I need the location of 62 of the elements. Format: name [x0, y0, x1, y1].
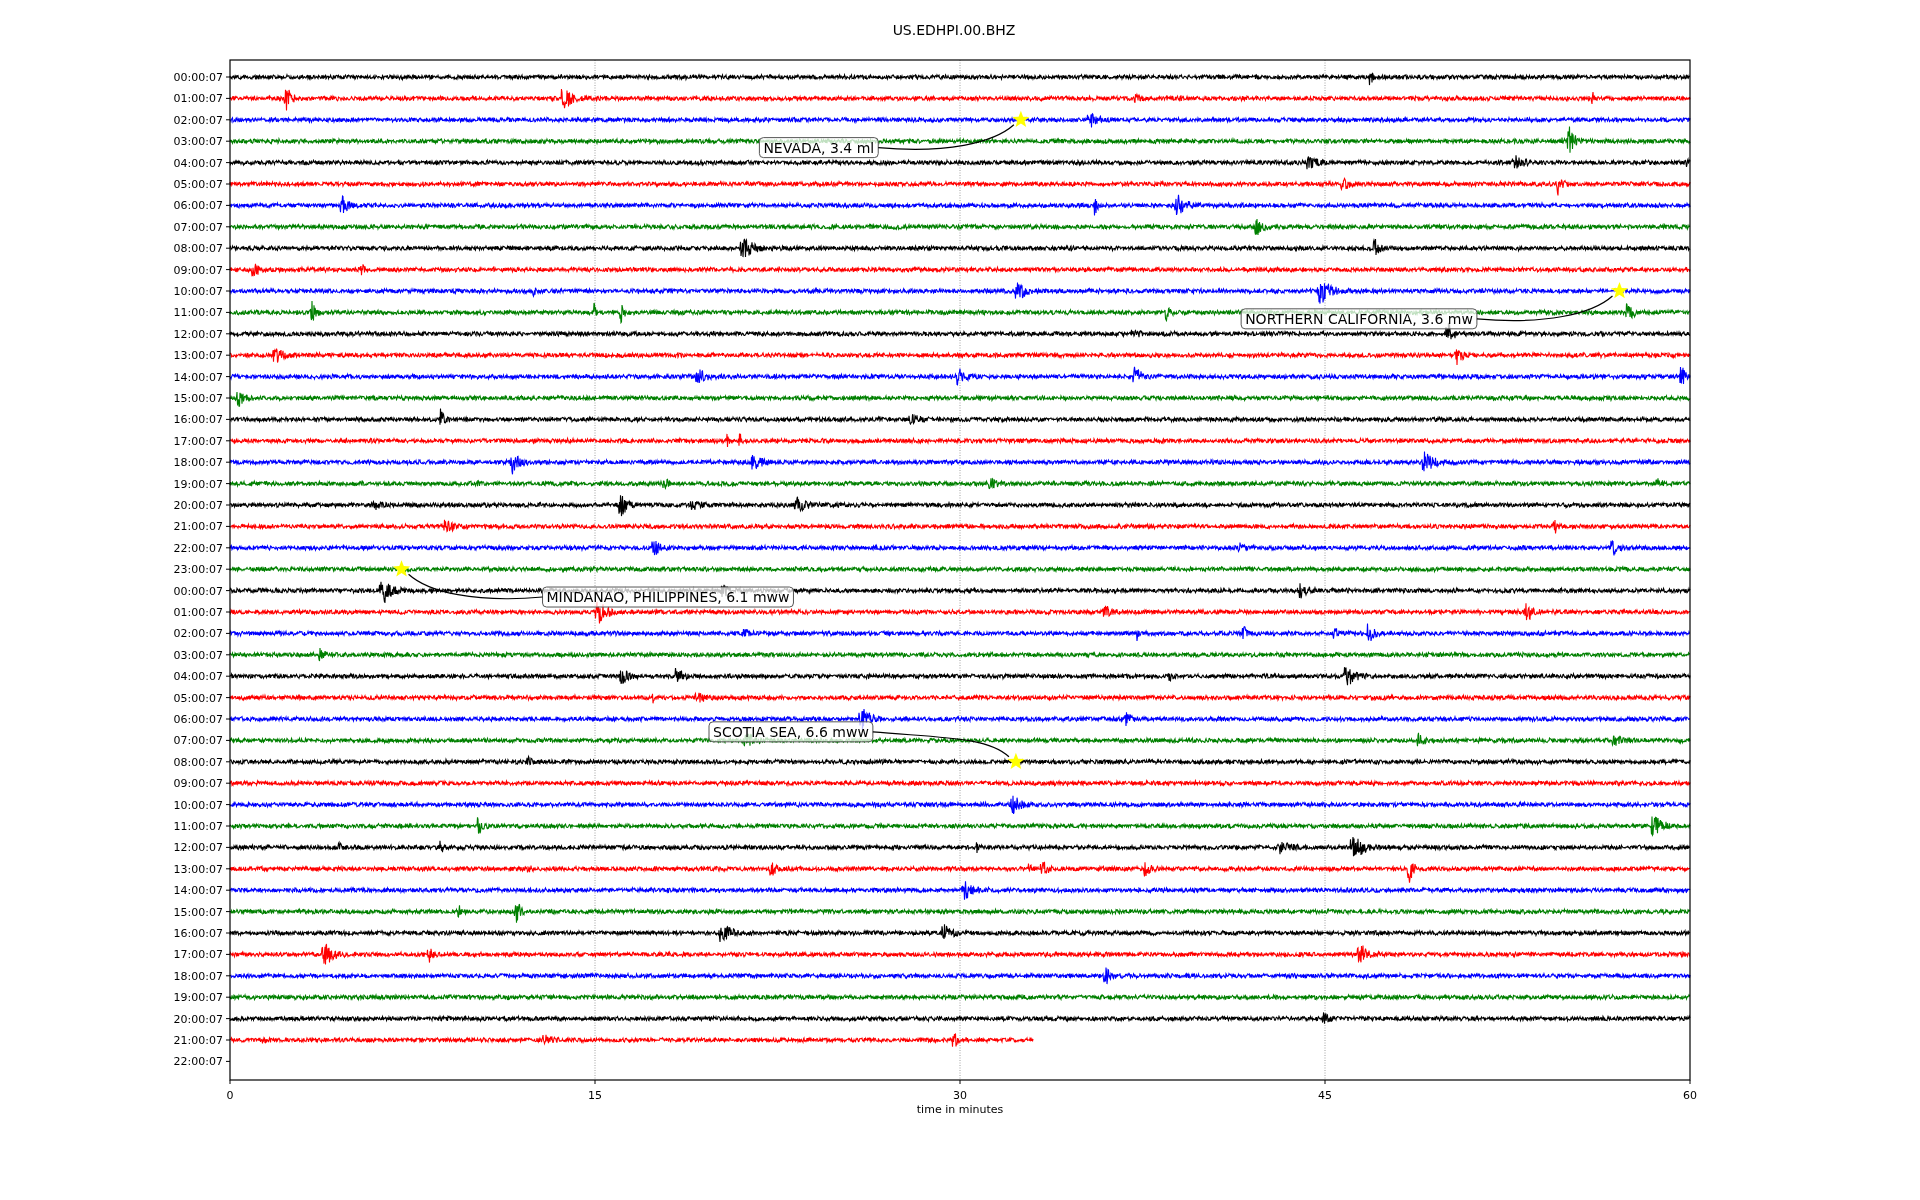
star-icon [1007, 752, 1025, 770]
row-time-label: 05:00:07 [173, 691, 223, 705]
row-time-label: 11:00:07 [173, 306, 223, 320]
row-time-label: 04:00:07 [173, 670, 223, 684]
row-time-label: 16:00:07 [173, 413, 223, 427]
event-label: SCOTIA SEA, 6.6 mww [708, 721, 874, 743]
row-time-label: 01:00:07 [173, 92, 223, 106]
row-time-label: 15:00:07 [173, 392, 223, 405]
row-time-label: 05:00:07 [173, 178, 223, 191]
x-tick-label: 45 [1318, 1089, 1332, 1102]
plot-title: US.EDHPI.00.BHZ [891, 21, 1017, 38]
row-time-label: 02:00:07 [173, 627, 223, 641]
row-time-label: 08:00:07 [173, 755, 223, 769]
row-time-label: 07:00:07 [173, 734, 223, 748]
row-time-label: 06:00:07 [173, 713, 223, 726]
row-time-label: 22:00:07 [173, 1055, 223, 1069]
row-time-label: 20:00:07 [173, 1012, 223, 1026]
row-time-label: 20:00:07 [173, 499, 223, 512]
x-tick-label: 0 [226, 1089, 234, 1102]
row-time-label: 02:00:07 [173, 113, 223, 127]
row-time-label: 17:00:07 [173, 434, 223, 448]
row-time-label: 00:00:07 [173, 584, 223, 598]
row-time-label: 21:00:07 [173, 520, 223, 534]
row-time-label: 06:00:07 [173, 199, 223, 213]
star-icon [1012, 110, 1030, 128]
row-time-label: 12:00:07 [173, 841, 223, 855]
row-time-label: 01:00:07 [173, 606, 223, 619]
x-tick-label: 30 [953, 1089, 967, 1102]
row-time-label: 17:00:07 [173, 948, 223, 962]
row-time-label: 03:00:07 [173, 135, 223, 149]
x-tick-label: 60 [1683, 1089, 1697, 1102]
row-time-label: 22:00:07 [173, 541, 223, 555]
row-time-label: 13:00:07 [173, 862, 223, 876]
row-time-label: 10:00:07 [173, 798, 223, 812]
event-label: NEVADA, 3.4 ml [758, 137, 879, 159]
row-time-label: 08:00:07 [173, 242, 223, 256]
row-time-label: 07:00:07 [173, 220, 223, 234]
row-time-label: 19:00:07 [173, 991, 223, 1005]
row-time-label: 09:00:07 [173, 777, 223, 791]
x-axis-label: time in minutes [916, 1103, 1004, 1116]
event-label: MINDANAO, PHILIPPINES, 6.1 mww [542, 586, 794, 608]
row-time-label: 03:00:07 [173, 648, 223, 662]
row-time-label: 13:00:07 [173, 349, 223, 363]
star-icon [393, 560, 411, 577]
row-time-label: 21:00:07 [173, 1034, 223, 1047]
row-time-label: 18:00:07 [173, 969, 223, 983]
row-time-label: 00:00:07 [173, 71, 223, 84]
row-time-label: 09:00:07 [173, 263, 223, 277]
x-tick-label: 15 [588, 1089, 602, 1102]
row-time-label: 18:00:07 [173, 456, 223, 470]
row-time-label: 23:00:07 [173, 563, 223, 577]
row-time-label: 14:00:07 [173, 370, 223, 384]
row-time-label: 16:00:07 [173, 927, 223, 940]
row-time-label: 12:00:07 [173, 327, 223, 341]
star-icon [1610, 282, 1628, 299]
row-time-label: 10:00:07 [173, 285, 223, 298]
event-label: NORTHERN CALIFORNIA, 3.6 mw [1240, 308, 1478, 330]
row-time-label: 14:00:07 [173, 884, 223, 898]
row-time-label: 19:00:07 [173, 477, 223, 491]
row-time-label: 11:00:07 [173, 820, 223, 833]
row-time-label: 04:00:07 [173, 156, 223, 170]
row-time-label: 15:00:07 [173, 905, 223, 919]
